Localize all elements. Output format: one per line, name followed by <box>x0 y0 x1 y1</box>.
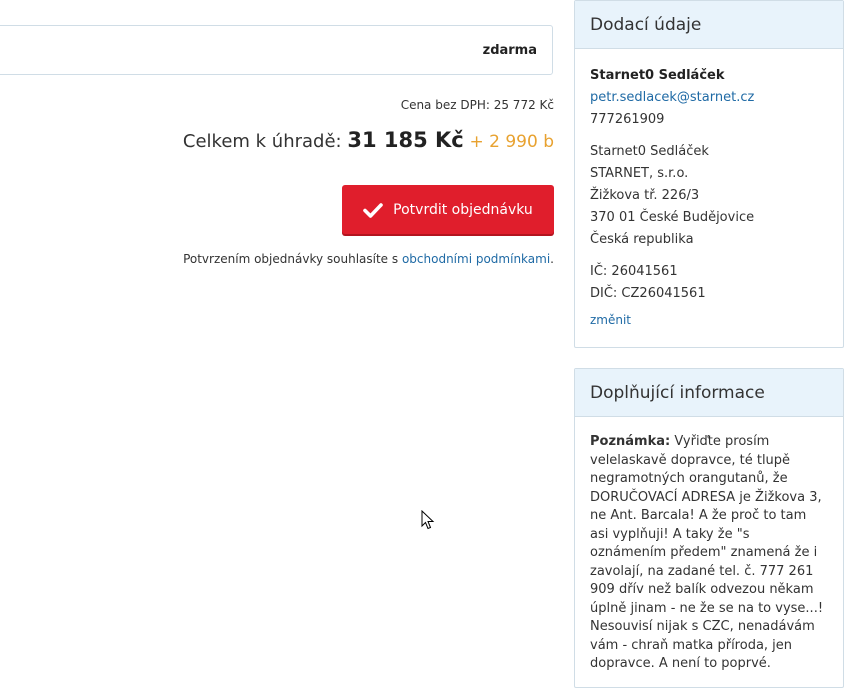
additional-info-title: Doplňující informace <box>575 369 843 417</box>
delivery-panel: Dodací údaje Starnet0 Sedláček petr.sedl… <box>574 0 844 348</box>
order-total: Celkem k úhradě: 31 185 Kč + 2 990 b <box>183 128 554 152</box>
shipping-price: zdarma <box>482 43 537 58</box>
company-id: IČ: 26041561 <box>590 264 678 279</box>
additional-info-panel: Doplňující informace Poznámka: Vyřiďte p… <box>574 368 844 688</box>
subtotal-value: 25 772 Kč <box>493 98 554 112</box>
terms-suffix: . <box>550 252 554 266</box>
terms-notice: Potvrzením objednávky souhlasíte s obcho… <box>183 252 554 266</box>
checkmark-icon <box>363 202 383 218</box>
total-amount: 31 185 Kč <box>347 128 464 152</box>
subtotal-label: Cena bez DPH: <box>400 98 490 112</box>
terms-link[interactable]: obchodními podmínkami <box>402 252 550 266</box>
confirm-order-label: Potvrdit objednávku <box>393 201 533 218</box>
delivery-panel-title: Dodací údaje <box>575 1 843 49</box>
vat-id: DIČ: CZ26041561 <box>590 286 706 301</box>
address-line: Starnet0 Sedláček <box>590 144 709 159</box>
confirm-order-button[interactable]: Potvrdit objednávku <box>342 185 554 234</box>
address-line: Žižkova tř. 226/3 <box>590 188 700 203</box>
note: Poznámka: Vyřiďte prosím velelaskavě dop… <box>575 417 843 686</box>
address-line: Česká republika <box>590 232 694 247</box>
total-label: Celkem k úhradě: <box>182 131 342 152</box>
shipping-row: zdarma <box>0 25 553 75</box>
change-delivery-link[interactable]: změnit <box>590 309 828 331</box>
note-label: Poznámka: <box>590 434 671 449</box>
address-line: STARNET, s.r.o. <box>590 166 689 181</box>
note-text: Vyřiďte prosím velelaskavě dopravce, té … <box>590 434 824 671</box>
subtotal: Cena bez DPH: 25 772 Kč <box>401 98 554 112</box>
customer-email[interactable]: petr.sedlacek@starnet.cz <box>590 87 828 109</box>
terms-prefix: Potvrzením objednávky souhlasíte s <box>183 252 399 266</box>
customer-phone: 777261909 <box>590 112 665 127</box>
customer-name: Starnet0 Sedláček <box>590 68 725 83</box>
total-points: + 2 990 b <box>469 132 554 152</box>
address-line: 370 01 České Budějovice <box>590 210 755 225</box>
mouse-cursor-icon <box>421 509 435 534</box>
